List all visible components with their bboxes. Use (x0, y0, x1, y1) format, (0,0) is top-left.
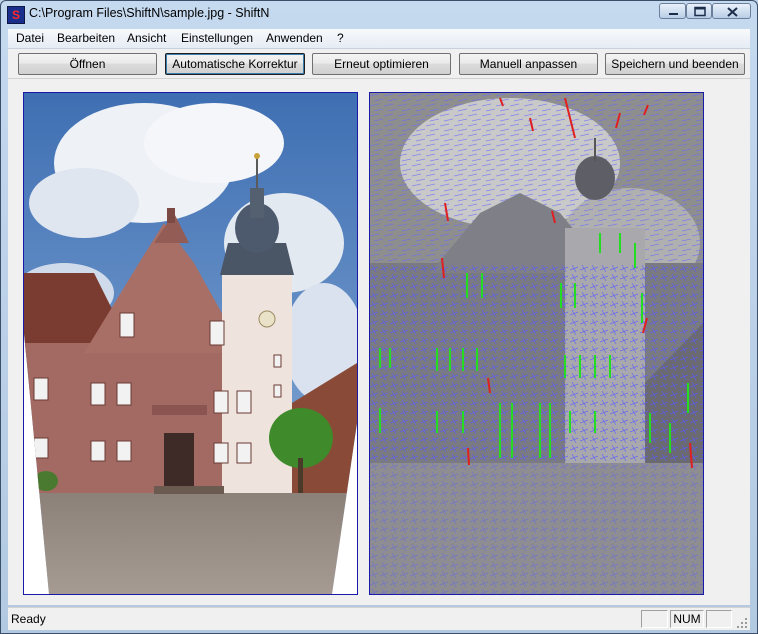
maximize-button[interactable] (686, 3, 712, 19)
toolbar: Öffnen Automatische Korrektur Erneut opt… (8, 49, 750, 79)
analysis-image-panel[interactable] (369, 92, 704, 595)
menu-anwenden[interactable]: Anwenden (266, 31, 323, 45)
image-workspace (8, 79, 750, 605)
window-title: C:\Program Files\ShiftN\sample.jpg - Shi… (29, 6, 270, 20)
status-indicator-caps (641, 610, 668, 628)
open-button[interactable]: Öffnen (18, 53, 157, 75)
maximize-icon (694, 6, 706, 17)
status-bar: Ready NUM (8, 607, 750, 630)
minimize-icon (669, 13, 678, 15)
menu-einstellungen[interactable]: Einstellungen (181, 31, 253, 45)
menu-datei[interactable]: Datei (16, 31, 44, 45)
close-button[interactable] (712, 3, 751, 19)
app-icon[interactable]: S (7, 6, 25, 24)
corrected-image-panel[interactable] (23, 92, 358, 595)
application-window: S C:\Program Files\ShiftN\sample.jpg - S… (0, 0, 758, 634)
menu-bearbeiten[interactable]: Bearbeiten (57, 31, 115, 45)
menu-help[interactable]: ? (337, 31, 344, 45)
save-and-exit-button[interactable]: Speichern und beenden (605, 53, 745, 75)
line-detection-overlay (370, 93, 703, 594)
manual-adjust-button[interactable]: Manuell anpassen (459, 53, 598, 75)
status-text: Ready (11, 612, 46, 626)
title-bar[interactable]: S C:\Program Files\ShiftN\sample.jpg - S… (1, 1, 757, 27)
status-indicator-num: NUM (670, 610, 704, 628)
auto-correct-button[interactable]: Automatische Korrektur (165, 53, 305, 75)
reoptimize-button[interactable]: Erneut optimieren (312, 53, 451, 75)
status-indicator-scroll (706, 610, 732, 628)
resize-grip-icon[interactable] (736, 617, 748, 629)
close-icon (727, 7, 738, 17)
menu-bar: Datei Bearbeiten Ansicht Einstellungen A… (8, 29, 750, 49)
corrected-photo (24, 93, 357, 594)
menu-ansicht[interactable]: Ansicht (127, 31, 166, 45)
minimize-button[interactable] (659, 3, 686, 19)
